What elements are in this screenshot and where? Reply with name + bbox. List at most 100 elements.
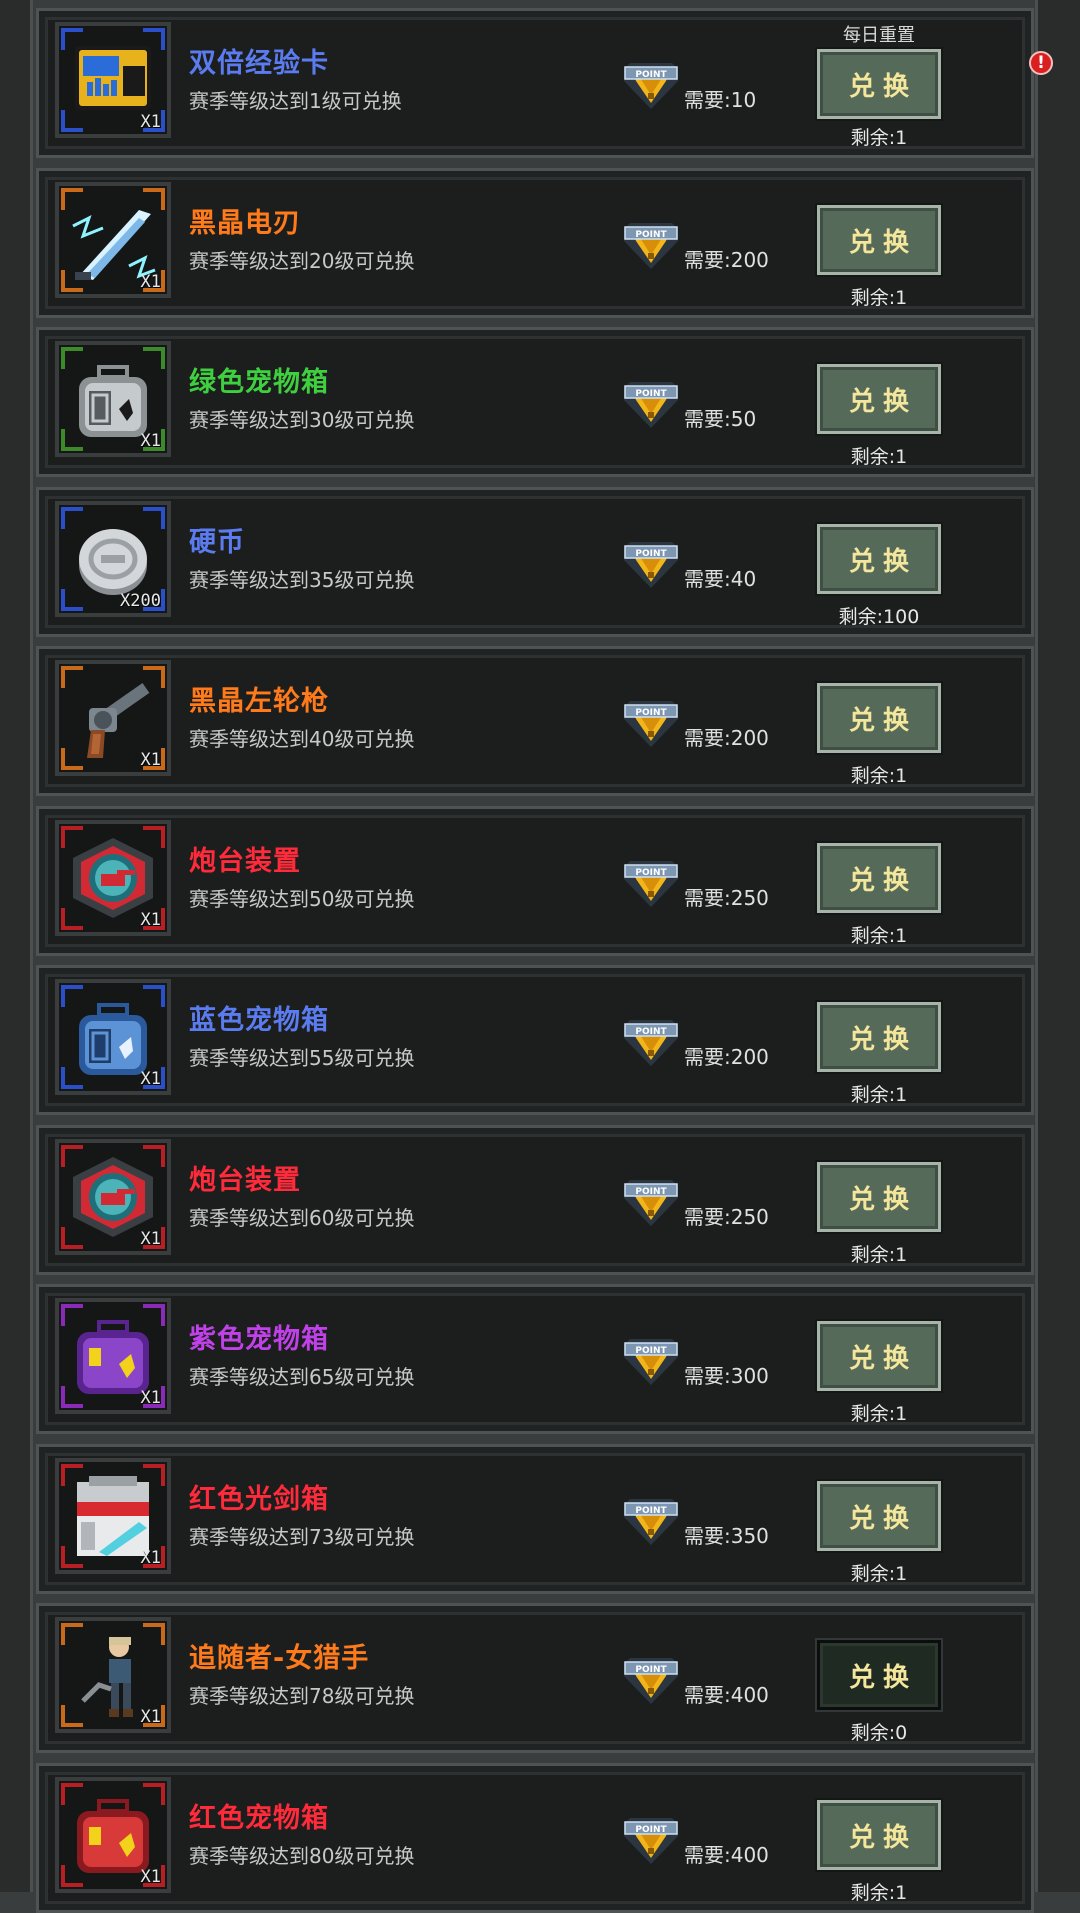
point-currency-icon: POINT bbox=[624, 1338, 678, 1386]
scrollbar[interactable] bbox=[1035, 0, 1080, 1892]
red-lightsaber-crate-icon bbox=[77, 1476, 149, 1556]
item-quantity: X1 bbox=[140, 1388, 161, 1408]
alert-icon: ! bbox=[1029, 51, 1053, 75]
exchange-row: X1 蓝色宠物箱 赛季等级达到55级可兑换 POINT 需要:200 兑换 剩余… bbox=[36, 965, 1034, 1115]
point-label: POINT bbox=[635, 549, 667, 559]
item-cost: 需要:40 bbox=[684, 567, 757, 591]
item-quantity: X1 bbox=[140, 112, 161, 132]
item-cost: 需要:250 bbox=[684, 1205, 769, 1229]
exchange-button[interactable]: 兑换 bbox=[817, 49, 941, 119]
red-pet-crate-icon bbox=[77, 1799, 149, 1873]
exchange-button[interactable]: 兑换 bbox=[817, 843, 941, 913]
revolver-icon bbox=[87, 683, 150, 758]
item-requirement: 赛季等级达到35级可兑换 bbox=[189, 568, 415, 592]
point-currency-icon: POINT bbox=[624, 541, 678, 589]
item-requirement: 赛季等级达到73级可兑换 bbox=[189, 1525, 415, 1549]
exchange-row: X1 双倍经验卡 赛季等级达到1级可兑换 POINT 需要:10 兑换 剩余:1… bbox=[36, 8, 1053, 158]
point-label: POINT bbox=[635, 708, 667, 718]
remaining-count: 剩余:1 bbox=[850, 1563, 908, 1585]
item-requirement: 赛季等级达到60级可兑换 bbox=[189, 1206, 415, 1230]
item-requirement: 赛季等级达到55级可兑换 bbox=[189, 1046, 415, 1070]
point-label: POINT bbox=[635, 1825, 667, 1835]
exchange-row: X1 炮台装置 赛季等级达到50级可兑换 POINT 需要:250 兑换 剩余:… bbox=[36, 806, 1034, 956]
exchange-row: X1 红色光剑箱 赛季等级达到73级可兑换 POINT 需要:350 兑换 剩余… bbox=[36, 1444, 1034, 1594]
item-icon-frame: X1 bbox=[55, 1617, 171, 1733]
point-currency-icon: POINT bbox=[624, 1817, 678, 1865]
exchange-button[interactable]: 兑换 bbox=[817, 1800, 941, 1870]
exchange-button[interactable]: 兑换 bbox=[817, 1321, 941, 1391]
item-cost: 需要:200 bbox=[684, 726, 769, 750]
exchange-button[interactable]: 兑换 bbox=[817, 683, 941, 753]
item-cost: 需要:400 bbox=[684, 1683, 769, 1707]
purple-pet-crate-icon bbox=[77, 1320, 149, 1394]
huntress-follower-icon bbox=[81, 1637, 133, 1717]
exchange-button[interactable]: 兑换 bbox=[817, 205, 941, 275]
item-quantity: X200 bbox=[120, 591, 161, 611]
remaining-count: 剩余:1 bbox=[850, 1244, 908, 1266]
item-requirement: 赛季等级达到50级可兑换 bbox=[189, 887, 415, 911]
exchange-row: X1 追随者-女猎手 赛季等级达到78级可兑换 POINT 需要:400 兑换 … bbox=[36, 1603, 1034, 1753]
exchange-button[interactable]: 兑换 bbox=[817, 1640, 941, 1710]
point-label: POINT bbox=[635, 1665, 667, 1675]
point-currency-icon: POINT bbox=[624, 222, 678, 270]
point-currency-icon: POINT bbox=[624, 1019, 678, 1067]
remaining-count: 剩余:1 bbox=[850, 1403, 908, 1425]
item-cost: 需要:50 bbox=[684, 407, 757, 431]
blue-pet-crate-icon bbox=[79, 1003, 147, 1075]
item-quantity: X1 bbox=[140, 1069, 161, 1089]
item-name: 追随者-女猎手 bbox=[189, 1643, 370, 1674]
green-pet-crate-icon bbox=[79, 365, 147, 437]
item-cost: 需要:350 bbox=[684, 1524, 769, 1548]
item-icon-frame: X1 bbox=[55, 1139, 171, 1255]
exchange-row: X1 黑晶左轮枪 赛季等级达到40级可兑换 POINT 需要:200 兑换 剩余… bbox=[36, 646, 1034, 796]
item-quantity: X1 bbox=[140, 910, 161, 930]
remaining-count: 剩余:1 bbox=[850, 287, 908, 309]
item-quantity: X1 bbox=[140, 1707, 161, 1727]
item-name: 紫色宠物箱 bbox=[189, 1324, 329, 1355]
turret-device-icon bbox=[73, 1157, 153, 1237]
point-label: POINT bbox=[635, 868, 667, 878]
item-name: 炮台装置 bbox=[189, 846, 301, 877]
point-currency-icon: POINT bbox=[624, 860, 678, 908]
remaining-count: 剩余:1 bbox=[850, 925, 908, 947]
item-icon-frame: X1 bbox=[55, 1458, 171, 1574]
item-cost: 需要:400 bbox=[684, 1843, 769, 1867]
remaining-count: 剩余:1 bbox=[850, 446, 908, 468]
exchange-row: X1 紫色宠物箱 赛季等级达到65级可兑换 POINT 需要:300 兑换 剩余… bbox=[36, 1284, 1034, 1434]
remaining-count: 剩余:100 bbox=[838, 606, 920, 628]
point-label: POINT bbox=[635, 230, 667, 240]
item-name: 红色宠物箱 bbox=[189, 1803, 329, 1834]
point-label: POINT bbox=[635, 1027, 667, 1037]
exp-card-icon bbox=[75, 46, 151, 110]
remaining-count: 剩余:1 bbox=[850, 765, 908, 787]
item-quantity: X1 bbox=[140, 431, 161, 451]
exchange-button[interactable]: 兑换 bbox=[817, 1481, 941, 1551]
exchange-button[interactable]: 兑换 bbox=[817, 1162, 941, 1232]
item-requirement: 赛季等级达到1级可兑换 bbox=[189, 89, 402, 113]
point-label: POINT bbox=[635, 1187, 667, 1197]
point-currency-icon: POINT bbox=[624, 1657, 678, 1705]
item-quantity: X1 bbox=[140, 1548, 161, 1568]
item-requirement: 赛季等级达到65级可兑换 bbox=[189, 1365, 415, 1389]
lightning-blade-icon bbox=[72, 210, 156, 280]
item-cost: 需要:250 bbox=[684, 886, 769, 910]
point-label: POINT bbox=[635, 70, 667, 80]
item-icon-frame: X200 bbox=[55, 501, 171, 617]
exchange-button[interactable]: 兑换 bbox=[817, 524, 941, 594]
point-currency-icon: POINT bbox=[624, 700, 678, 748]
exchange-button[interactable]: 兑换 bbox=[817, 1002, 941, 1072]
exchange-row: X1 黑晶电刃 赛季等级达到20级可兑换 POINT 需要:200 兑换 剩余:… bbox=[36, 168, 1034, 318]
item-requirement: 赛季等级达到30级可兑换 bbox=[189, 408, 415, 432]
item-cost: 需要:300 bbox=[684, 1364, 769, 1388]
point-label: POINT bbox=[635, 389, 667, 399]
exchange-row: X200 硬币 赛季等级达到35级可兑换 POINT 需要:40 兑换 剩余:1… bbox=[36, 487, 1034, 637]
item-icon-frame: X1 bbox=[55, 660, 171, 776]
item-icon-frame: X1 bbox=[55, 979, 171, 1095]
reset-note: 每日重置 bbox=[843, 25, 915, 46]
item-cost: 需要:10 bbox=[684, 88, 757, 112]
exchange-button[interactable]: 兑换 bbox=[817, 364, 941, 434]
item-icon-frame: X1 bbox=[55, 22, 171, 138]
point-currency-icon: POINT bbox=[624, 381, 678, 429]
item-name: 硬币 bbox=[189, 527, 245, 558]
point-label: POINT bbox=[635, 1346, 667, 1356]
